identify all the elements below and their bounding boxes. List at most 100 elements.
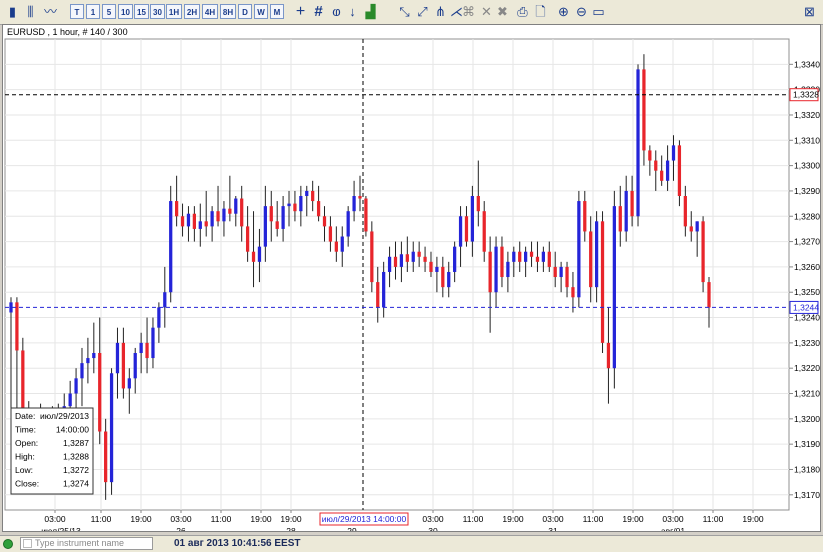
candle-body <box>139 342 143 353</box>
zoom-out-icon[interactable]: ⊖ <box>573 3 590 20</box>
price-tick-label: 1,3170 <box>794 490 820 500</box>
candle-body <box>382 271 386 308</box>
candle-body <box>257 246 262 262</box>
candle-body <box>157 307 161 328</box>
candle-body <box>482 211 486 252</box>
candle-body <box>405 254 409 262</box>
candlestick-chart[interactable]: EURUSD , 1 hour, # 140 / 300 1,3170 1,318… <box>3 25 820 536</box>
candle <box>346 206 350 247</box>
period-button-10[interactable]: 10 <box>118 4 133 19</box>
candle <box>435 256 439 293</box>
chart-panel[interactable]: EURUSD , 1 hour, # 140 / 300 1,3170 1,318… <box>2 24 821 536</box>
close-icon[interactable]: ⊠ <box>801 3 818 20</box>
time-axis[interactable]: 03:00 11:00 19:00 03:00 11:00 19:00 19:00 03:00… <box>41 510 764 536</box>
candle <box>535 241 540 272</box>
server-time: 01 авг 2013 10:41:56 EEST <box>174 538 301 549</box>
candle <box>240 185 244 242</box>
candle-body <box>541 251 545 262</box>
candle-body <box>553 266 557 278</box>
candle-body <box>245 226 250 252</box>
crosshair-icon[interactable]: + <box>292 3 309 20</box>
candle-body <box>529 251 534 257</box>
grid-icon[interactable]: # <box>310 3 327 20</box>
period-button-1h[interactable]: 1H <box>166 4 182 19</box>
candle <box>500 236 504 288</box>
info-value: 14:00:00 <box>56 425 89 435</box>
candle <box>488 236 492 333</box>
fib-icon[interactable]: ⱷ <box>328 3 345 20</box>
candle <box>86 337 90 384</box>
info-label: High: <box>15 452 35 462</box>
candle-body <box>636 69 640 217</box>
preview-icon[interactable]: 🗋 <box>532 3 549 20</box>
candle-body <box>571 287 575 298</box>
period-button-8h[interactable]: 8H <box>220 4 236 19</box>
print-icon[interactable]: ⎙ <box>514 3 531 20</box>
candle <box>334 226 338 262</box>
time-tick-label: 19:00 <box>130 514 152 524</box>
bar-chart-icon[interactable]: ⫼ <box>22 3 39 20</box>
candle <box>287 190 291 227</box>
candle <box>648 145 652 176</box>
channel-icon[interactable]: ⤢ <box>414 3 431 20</box>
period-button-4h[interactable]: 4H <box>202 4 218 19</box>
candle-body <box>441 266 445 288</box>
candle <box>104 418 108 500</box>
period-button-15[interactable]: 15 <box>134 4 149 19</box>
price-axis[interactable]: 1,3170 1,3180 1,3190 1,3200 1,3210 1,3220 1,32… <box>789 59 820 500</box>
connection-status-icon <box>3 539 13 549</box>
crosshair-price-label: 1,3328 <box>793 90 819 100</box>
candle-body <box>311 190 315 202</box>
candle <box>364 196 368 237</box>
period-button-2h[interactable]: 2H <box>184 4 200 19</box>
candle-body <box>240 198 244 227</box>
candle <box>577 190 581 308</box>
magnet-icon[interactable]: ⌘ <box>460 3 477 20</box>
volume-icon[interactable]: ▟ <box>362 3 379 20</box>
period-button-1[interactable]: 1 <box>86 4 100 19</box>
candle <box>228 175 232 222</box>
indicator-lines <box>5 39 789 510</box>
trendline-icon[interactable]: ⤡ <box>396 3 413 20</box>
crosshair-time-label: июл/29/2013 14:00:00 <box>322 514 407 524</box>
delete-all-icon[interactable]: ✖ <box>494 3 511 20</box>
info-label: Close: <box>15 479 39 489</box>
candle-body <box>251 251 256 262</box>
period-button-m[interactable]: M <box>270 4 284 19</box>
period-button-5[interactable]: 5 <box>102 4 116 19</box>
zoom-in-icon[interactable]: ⊕ <box>555 3 572 20</box>
candle-body <box>470 196 475 242</box>
properties-icon[interactable]: ▭ <box>590 3 607 20</box>
line-chart-icon[interactable]: 〰 <box>42 3 59 20</box>
candle-chart-icon[interactable]: ▮ <box>4 3 21 20</box>
time-tick-label: 03:00 <box>422 514 444 524</box>
price-tick-label: 1,3220 <box>794 363 820 373</box>
candle <box>151 317 155 369</box>
candle <box>175 175 179 227</box>
candle-body <box>198 221 202 229</box>
period-button-w[interactable]: W <box>254 4 268 19</box>
candle-body <box>275 221 279 229</box>
delete-icon[interactable]: ✕ <box>478 3 495 20</box>
candle <box>382 261 386 318</box>
period-button-d[interactable]: D <box>238 4 252 19</box>
candle <box>275 201 279 237</box>
candle <box>453 241 457 283</box>
candle-body <box>163 292 167 308</box>
candle-body <box>594 221 599 288</box>
candle-body <box>683 196 687 227</box>
candle-body <box>665 160 670 181</box>
candle-body <box>68 393 72 407</box>
candle-body <box>145 342 149 359</box>
instrument-search-input[interactable]: Type instrument name <box>20 537 153 550</box>
period-button-t[interactable]: T <box>70 4 84 19</box>
date-label: авг/01 <box>661 526 685 531</box>
pitchfork-icon[interactable]: ⋔ <box>432 3 449 20</box>
time-tick-label: 11:00 <box>463 514 484 524</box>
time-tick-label: 03:00 <box>170 514 192 524</box>
arrow-down-icon[interactable]: ↓ <box>344 3 361 20</box>
candle-body <box>234 198 238 214</box>
candle-body <box>263 206 267 247</box>
period-button-30[interactable]: 30 <box>150 4 165 19</box>
candle <box>518 241 522 272</box>
